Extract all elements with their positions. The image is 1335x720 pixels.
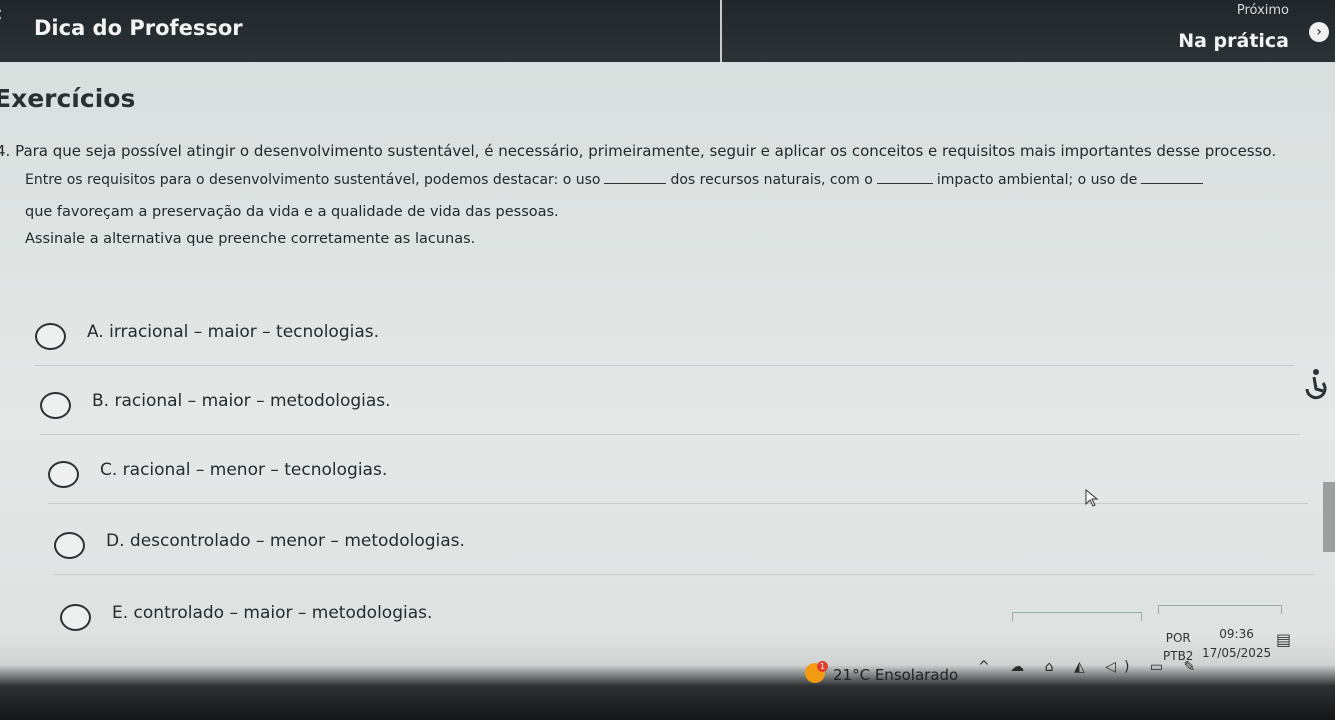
- blank-3: [1141, 172, 1204, 184]
- question-text: Entre os requisitos para o desenvolvimen…: [25, 172, 601, 188]
- top-navigation-bar: ‹ Dica do Professor Próximo Na prática ›: [0, 0, 1335, 62]
- previous-section-title[interactable]: Dica do Professor: [34, 16, 243, 40]
- accessibility-icon[interactable]: [1301, 367, 1329, 407]
- windows-taskbar: 1 21°C Ensolarado ^ ☁ ⌂ ◭ ◁) ▭ ✎ POR PTB…: [0, 605, 1335, 720]
- notification-center-icon[interactable]: ▤: [1276, 630, 1296, 650]
- radio-button[interactable]: [48, 461, 79, 488]
- mouse-cursor-icon: [1085, 488, 1099, 507]
- language-indicator[interactable]: POR PTB2: [1163, 629, 1193, 665]
- option-b[interactable]: B. racional – maior – metodologias.: [40, 384, 1300, 435]
- option-label[interactable]: A. irracional – maior – tecnologias.: [87, 322, 379, 342]
- question-line-1: 4. Para que seja possível atingir o dese…: [0, 142, 1277, 160]
- next-label: Próximo: [1236, 3, 1289, 18]
- radio-button[interactable]: [35, 323, 66, 350]
- language-code: POR: [1165, 631, 1191, 645]
- radio-button[interactable]: [54, 532, 85, 559]
- radio-button[interactable]: [40, 392, 71, 419]
- blank-1: [604, 172, 667, 184]
- question-instruction: Assinale a alternativa que preenche corr…: [25, 231, 476, 247]
- option-c[interactable]: C. racional – menor – tecnologias.: [48, 453, 1308, 504]
- clock[interactable]: 09:36 17/05/2025: [1202, 625, 1271, 663]
- clock-time: 09:36: [1219, 627, 1254, 641]
- clock-date: 17/05/2025: [1202, 646, 1272, 660]
- section-title: Exercícios: [0, 84, 136, 113]
- window-frame-edge: [1158, 605, 1282, 614]
- next-section-title[interactable]: Na prática: [1178, 30, 1289, 52]
- exercise-content: Exercícios 4. Para que seja possível ati…: [0, 62, 1335, 662]
- option-a[interactable]: A. irracional – maior – tecnologias.: [35, 315, 1295, 366]
- question-text: impacto ambiental; o uso de: [936, 172, 1138, 188]
- question-text: dos recursos naturais, com o: [670, 172, 873, 188]
- notification-badge: 1: [817, 661, 828, 672]
- option-d[interactable]: D. descontrolado – menor – metodologias.: [54, 524, 1314, 575]
- weather-text[interactable]: 21°C Ensolarado: [833, 666, 958, 684]
- scrollbar[interactable]: [1323, 482, 1335, 552]
- chevron-left-icon[interactable]: ‹: [0, 2, 3, 27]
- window-frame-edge: [1012, 612, 1142, 621]
- option-label[interactable]: B. racional – maior – metodologias.: [92, 391, 391, 411]
- question-line-2: Entre os requisitos para o desenvolvimen…: [25, 172, 1207, 188]
- keyboard-layout: PTB2: [1163, 649, 1194, 663]
- question-line-3: que favoreçam a preservação da vida e a …: [25, 204, 559, 220]
- blank-2: [876, 172, 933, 184]
- option-label[interactable]: C. racional – menor – tecnologias.: [100, 460, 387, 480]
- chevron-right-circle-icon[interactable]: ›: [1309, 22, 1329, 42]
- option-label[interactable]: E. controlado – maior – metodologias.: [112, 603, 432, 623]
- radio-button[interactable]: [60, 604, 91, 631]
- previous-section[interactable]: ‹ Dica do Professor: [0, 0, 722, 62]
- option-label[interactable]: D. descontrolado – menor – metodologias.: [106, 531, 465, 551]
